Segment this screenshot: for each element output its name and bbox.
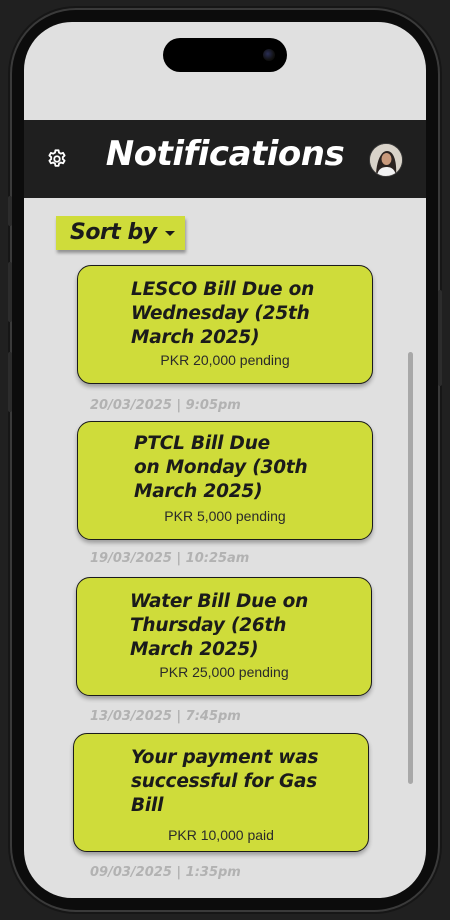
notification-title: Your payment was successful for Gas Bill — [131, 747, 319, 816]
scrollbar[interactable] — [408, 352, 413, 784]
notification-title: LESCO Bill Due on Wednesday (25th March … — [131, 279, 315, 348]
user-avatar[interactable] — [369, 143, 403, 177]
notification-card[interactable]: LESCO Bill Due on Wednesday (25th March … — [77, 265, 373, 384]
power-button — [438, 290, 442, 386]
device-stage: Notifications Sort by LESCO Bill Due on … — [0, 0, 450, 920]
caret-down-icon — [165, 231, 175, 236]
notification-card[interactable]: Your payment was successful for Gas Bill… — [73, 733, 369, 852]
notification-title: Water Bill Due on Thursday (26th March 2… — [130, 591, 309, 660]
notification-amount: PKR 20,000 pending — [160, 352, 290, 368]
app-header: Notifications — [24, 120, 426, 198]
page-title: Notifications — [105, 134, 345, 174]
notification-timestamp: 13/03/2025 | 7:45pm — [90, 709, 241, 724]
camera-icon — [263, 49, 275, 61]
notification-card[interactable]: Water Bill Due on Thursday (26th March 2… — [76, 577, 372, 696]
volume-up-button — [8, 262, 12, 322]
notification-amount: PKR 25,000 pending — [159, 664, 289, 680]
sort-label: Sort by — [70, 220, 157, 245]
notification-amount: PKR 5,000 pending — [164, 508, 286, 524]
action-button — [8, 196, 12, 226]
dynamic-island — [163, 38, 287, 72]
phone-screen: Notifications Sort by LESCO Bill Due on … — [24, 22, 426, 898]
notification-card[interactable]: PTCL Bill Due on Monday (30th March 2025… — [77, 421, 373, 540]
notification-title: PTCL Bill Due on Monday (30th March 2025… — [134, 433, 308, 502]
notification-timestamp: 20/03/2025 | 9:05pm — [90, 398, 241, 413]
sort-button[interactable]: Sort by — [56, 216, 185, 250]
notification-timestamp: 19/03/2025 | 10:25am — [90, 551, 250, 566]
notification-amount: PKR 10,000 paid — [168, 827, 274, 843]
volume-down-button — [8, 352, 12, 412]
notification-timestamp: 09/03/2025 | 1:35pm — [90, 865, 241, 880]
